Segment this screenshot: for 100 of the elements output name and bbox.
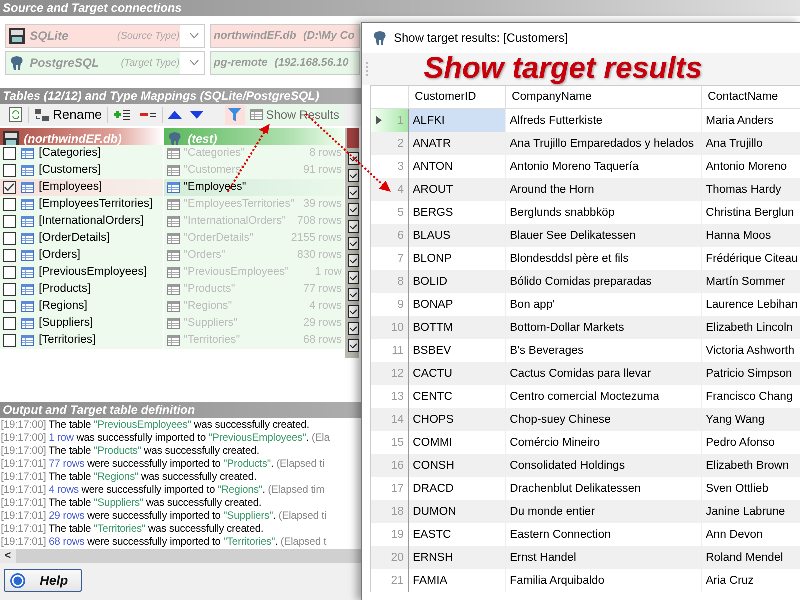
role-label: (Source Type) bbox=[117, 30, 180, 42]
table-cell: Chop-suey Chinese bbox=[506, 408, 702, 431]
help-button[interactable]: Help bbox=[4, 569, 82, 592]
checkbox[interactable] bbox=[3, 232, 16, 245]
database-type-dropdown[interactable]: SQLite (Source Type) bbox=[5, 24, 205, 48]
row-header[interactable]: 12 bbox=[371, 362, 409, 385]
checkbox[interactable] bbox=[3, 198, 16, 211]
table-icon bbox=[21, 198, 34, 210]
connection-name: northwindEF.db bbox=[214, 30, 296, 42]
row-count: 4 rows bbox=[310, 300, 342, 312]
target-table-name: "OrderDetails" bbox=[184, 232, 254, 244]
row-header[interactable]: 6 bbox=[371, 224, 409, 247]
table-cell: Du monde entier bbox=[506, 500, 702, 523]
row-header[interactable]: 1 bbox=[371, 109, 409, 132]
up-arrow-icon bbox=[168, 110, 182, 119]
row-header[interactable]: 18 bbox=[371, 500, 409, 523]
table-icon bbox=[167, 164, 180, 176]
table-cell: Thomas Hardy bbox=[702, 178, 800, 201]
elephant-icon bbox=[9, 55, 25, 71]
table-cell: Hanna Moos bbox=[702, 224, 800, 247]
table-cell: Bólido Comidas preparadas bbox=[506, 270, 702, 293]
elephant-icon bbox=[167, 130, 183, 147]
log-line: [19:17:01] The table "Territories" was successfully created. bbox=[1, 523, 264, 536]
target-table-name: "Employees" bbox=[184, 181, 246, 194]
table-cell: Yang Wang bbox=[702, 408, 800, 431]
table-icon bbox=[167, 198, 180, 210]
target-table-name: "Categories" bbox=[184, 147, 246, 160]
connection-location: (192.168.56.10 bbox=[274, 57, 349, 69]
table-icon bbox=[21, 266, 34, 278]
table-cell: Roland Mendel bbox=[702, 546, 800, 569]
column-title: (test) bbox=[188, 132, 218, 146]
row-header[interactable]: 10 bbox=[371, 316, 409, 339]
checkbox[interactable] bbox=[3, 164, 16, 177]
table-icon bbox=[167, 300, 180, 312]
column-title: (northwindEF.db) bbox=[24, 132, 122, 146]
filter-button[interactable] bbox=[225, 104, 246, 125]
connection-field[interactable]: pg-remote (192.168.56.10 bbox=[210, 51, 360, 75]
caret-icon bbox=[190, 33, 199, 39]
table-cell: Blauer See Delikatessen bbox=[506, 224, 702, 247]
target-table-name: "Suppliers" bbox=[184, 317, 238, 330]
table-cell: Ernst Handel bbox=[506, 546, 702, 569]
window-title: Show target results: [Customers] bbox=[394, 31, 568, 45]
table-icon bbox=[167, 232, 180, 244]
checkmark-icon bbox=[4, 182, 15, 192]
table-icon bbox=[167, 334, 180, 346]
table-cell: Patricio Simpson bbox=[702, 362, 800, 385]
row-header[interactable]: 20 bbox=[371, 546, 409, 569]
source-table-name[interactable]: [Orders] bbox=[39, 249, 81, 262]
table-cell: DUMON bbox=[409, 500, 506, 523]
database-icon bbox=[9, 28, 25, 44]
log-line: [19:17:00] The table "Products" was successfully created. bbox=[1, 445, 260, 458]
checkbox[interactable] bbox=[3, 146, 16, 160]
table-cell: Elizabeth Lincoln bbox=[702, 316, 800, 339]
checkbox[interactable] bbox=[3, 300, 16, 313]
target-table-name: "EmployeesTerritories" bbox=[184, 198, 295, 210]
help-icon bbox=[10, 572, 26, 589]
checkbox[interactable] bbox=[3, 316, 16, 330]
target-table-name: "PreviousEmployees" bbox=[184, 266, 290, 278]
table-cell: CONSH bbox=[409, 454, 506, 477]
log-line: [19:17:00] The table "PreviousEmployees" was successfully created. bbox=[1, 419, 310, 432]
column-header[interactable]: CustomerID bbox=[409, 86, 506, 109]
down-arrow-icon bbox=[190, 110, 204, 119]
checkbox[interactable] bbox=[3, 266, 16, 279]
column-header[interactable]: CompanyName bbox=[506, 86, 702, 109]
role-label: (Target Type) bbox=[121, 58, 180, 68]
row-count: 8 rows bbox=[310, 147, 342, 160]
row-count: 2155 rows bbox=[291, 232, 342, 244]
checkbox[interactable] bbox=[3, 248, 16, 262]
target-table-name: "Orders" bbox=[184, 249, 226, 262]
row-header[interactable]: 16 bbox=[371, 454, 409, 477]
database-type-dropdown[interactable]: PostgreSQL (Target Type) bbox=[5, 51, 205, 75]
section-header: Source and Target connections bbox=[0, 0, 800, 16]
row-header[interactable]: 14 bbox=[371, 408, 409, 431]
database-type: PostgreSQL bbox=[30, 56, 100, 70]
table-cell: BOTTM bbox=[409, 316, 506, 339]
checkbox[interactable] bbox=[3, 214, 16, 228]
row-header[interactable]: 4 bbox=[371, 178, 409, 201]
checkbox[interactable] bbox=[3, 180, 16, 194]
checkbox[interactable] bbox=[3, 334, 16, 347]
database-type: SQLite bbox=[30, 29, 69, 43]
table-icon bbox=[167, 284, 180, 295]
table-cell: Elizabeth Brown bbox=[702, 454, 800, 477]
table-cell: Ana Trujillo bbox=[702, 132, 800, 155]
target-table-name: "Regions" bbox=[184, 300, 232, 312]
row-count: 830 rows bbox=[297, 249, 342, 262]
table-icon bbox=[167, 266, 180, 278]
table-cell: BOLID bbox=[409, 270, 506, 293]
show-results-button[interactable]: Show Results bbox=[247, 104, 343, 125]
log-line: [19:17:01] The table "Suppliers" was successfully created. bbox=[1, 497, 262, 510]
table-icon bbox=[167, 182, 180, 193]
row-header[interactable]: 8 bbox=[371, 270, 409, 293]
row-header[interactable]: 2 bbox=[371, 132, 409, 155]
rename-button[interactable]: Rename bbox=[31, 104, 106, 125]
log-line: [19:17:01] The table "Regions" was successfully created. bbox=[1, 471, 257, 484]
row-count: 39 rows bbox=[303, 198, 342, 210]
table-icon bbox=[21, 232, 34, 244]
connection-field[interactable]: northwindEF.db (D:\My Co bbox=[210, 24, 360, 48]
table-icon bbox=[167, 148, 180, 159]
checkbox[interactable] bbox=[3, 282, 16, 296]
table-cell: Bottom-Dollar Markets bbox=[506, 316, 702, 339]
